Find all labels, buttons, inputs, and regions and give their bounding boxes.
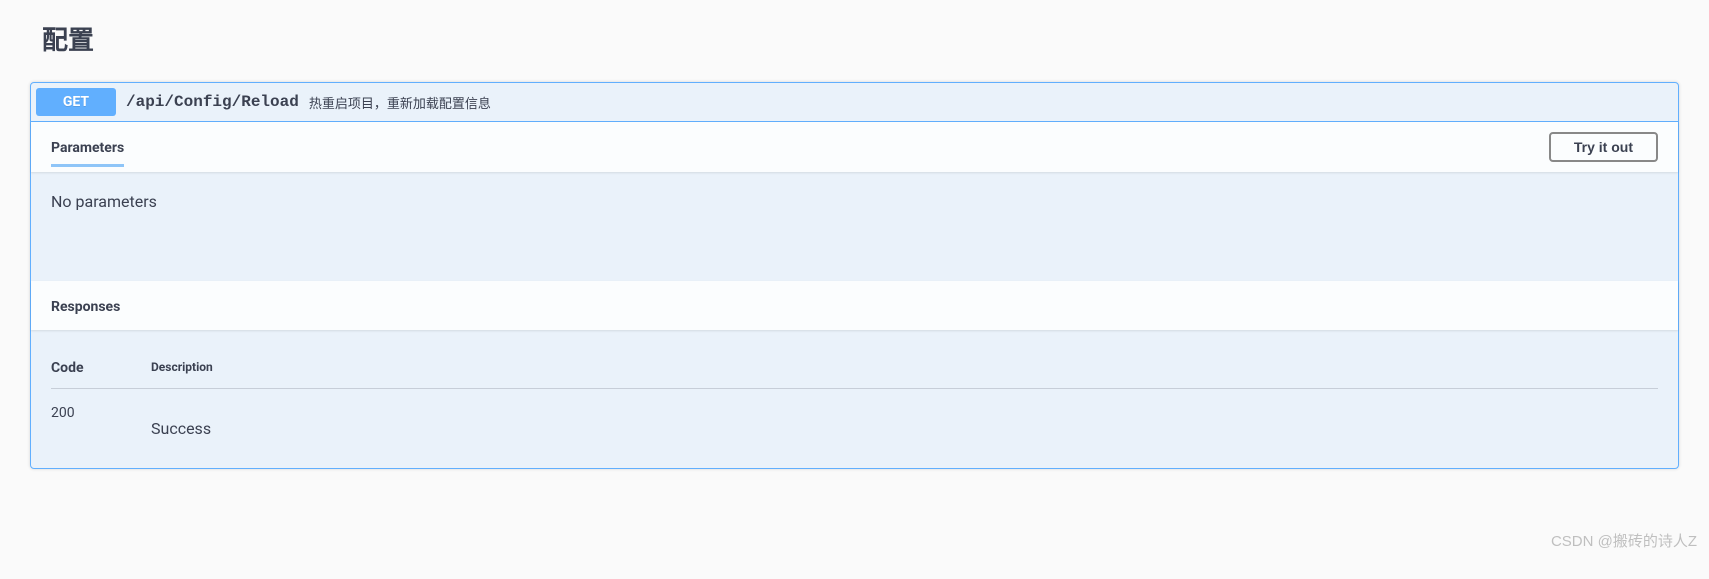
table-row: 200 Success — [51, 389, 1658, 438]
opblock-summary[interactable]: GET /api/Config/Reload 热重启项目，重新加载配置信息 — [31, 83, 1678, 122]
response-description: Success — [151, 405, 211, 438]
parameters-heading: Parameters — [51, 140, 124, 156]
try-it-out-button[interactable]: Try it out — [1549, 132, 1658, 162]
response-code: 200 — [51, 405, 151, 438]
responses-table: Code Description 200 Success — [51, 350, 1658, 448]
parameters-header: Parameters Try it out — [31, 122, 1678, 172]
opblock-body: Parameters Try it out No parameters Resp… — [31, 122, 1678, 468]
responses-container: Code Description 200 Success — [31, 330, 1678, 468]
endpoint-path: /api/Config/Reload — [116, 93, 309, 111]
watermark: CSDN @搬砖的诗人Z — [1551, 530, 1697, 551]
tab-parameters[interactable]: Parameters — [51, 137, 124, 167]
http-method-badge: GET — [36, 88, 116, 116]
parameters-container: No parameters — [31, 172, 1678, 281]
column-description: Description — [151, 360, 213, 376]
opblock-get: GET /api/Config/Reload 热重启项目，重新加载配置信息 Pa… — [30, 82, 1679, 469]
section-title: 配置 — [42, 20, 1679, 57]
column-code: Code — [51, 360, 151, 376]
no-parameters-message: No parameters — [51, 192, 1658, 261]
responses-header: Responses — [31, 281, 1678, 330]
responses-table-header: Code Description — [51, 360, 1658, 389]
endpoint-description: 热重启项目，重新加载配置信息 — [309, 93, 1673, 112]
responses-heading: Responses — [51, 299, 120, 315]
